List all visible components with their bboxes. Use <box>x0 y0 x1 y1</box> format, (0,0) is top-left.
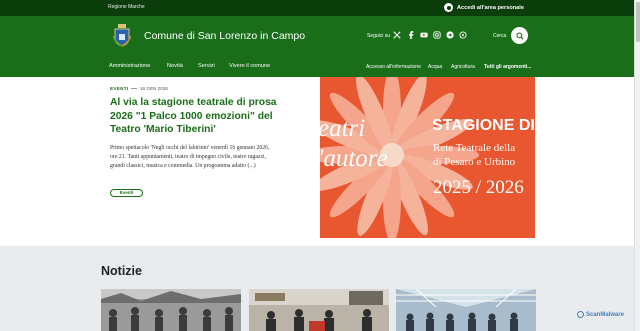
search-button[interactable] <box>511 27 528 44</box>
login-label: Accedi all'area personale <box>457 4 524 11</box>
nav-servizi[interactable]: Servizi <box>198 63 215 69</box>
news-card-3[interactable] <box>396 289 536 331</box>
poster-subtitle-1: Rete Teatrale della <box>433 142 516 154</box>
user-icon <box>444 3 453 12</box>
hero-image[interactable]: eatri 'autore STAGIONE DI Rete Teatrale … <box>320 77 535 238</box>
site-title[interactable]: Comune di San Lorenzo in Campo <box>144 30 305 42</box>
top-bar: Regione Marche Accedi all'area personale <box>0 0 634 16</box>
hero-excerpt: Primo spettacolo 'Negli occhi del labiri… <box>110 145 270 169</box>
region-link[interactable]: Regione Marche <box>108 4 145 10</box>
scrollbar-thumb[interactable] <box>636 2 640 42</box>
search-label: Cerca <box>493 33 507 39</box>
news-card-1[interactable] <box>101 289 241 331</box>
poster-subtitle-2: di Pesaro e Urbino <box>433 156 516 168</box>
nav-agricoltura[interactable]: Agricoltura <box>451 64 475 70</box>
hero-category[interactable]: EVENTI <box>110 86 128 91</box>
nav-tutti-argomenti[interactable]: Tutti gli argomenti... <box>484 64 531 70</box>
instagram-icon[interactable] <box>432 30 441 39</box>
site-header: Comune di San Lorenzo in Campo Seguici s… <box>0 16 634 59</box>
nav-acqua[interactable]: Acqua <box>428 64 442 70</box>
watermark-label: ScanMalware <box>586 311 625 318</box>
divider <box>131 88 137 89</box>
login-button[interactable]: Accedi all'area personale <box>444 3 524 12</box>
poster-word-autore: 'autore <box>320 145 388 172</box>
watermark: ScanMalware <box>577 311 624 318</box>
facebook-icon[interactable] <box>406 30 415 39</box>
youtube-icon[interactable] <box>419 30 428 39</box>
poster-word-teatri: eatri <box>320 115 366 142</box>
news-photo-3 <box>396 289 536 331</box>
nav-vivere-il-comune[interactable]: Vivere il comune <box>229 63 270 69</box>
nav-novita[interactable]: Novità <box>167 63 183 69</box>
news-section: Notizie <box>0 246 634 331</box>
coat-of-arms-logo[interactable] <box>113 24 131 47</box>
poster-season: 2025 / 2026 <box>433 177 524 198</box>
hero-tag-eventi[interactable]: Eventi <box>110 189 143 197</box>
whatsapp-icon[interactable] <box>458 30 467 39</box>
hero-date: 16 GEN 2026 <box>140 86 168 91</box>
follow-label: Seguici su <box>367 33 391 39</box>
news-heading: Notizie <box>101 264 142 278</box>
poster-title: STAGIONE DI <box>432 117 535 134</box>
news-photo-1 <box>101 289 241 331</box>
page-scrollbar[interactable] <box>634 0 640 331</box>
x-icon[interactable] <box>392 30 401 39</box>
shield-icon <box>577 311 584 318</box>
news-photo-2 <box>249 289 389 331</box>
search-icon <box>515 31 524 40</box>
hero-title[interactable]: Al via la stagione teatrale di prosa 202… <box>110 96 280 137</box>
news-card-2[interactable] <box>249 289 389 331</box>
main-navigation: Amministrazione Novità Servizi Vivere il… <box>0 59 634 77</box>
telegram-icon[interactable] <box>445 30 454 39</box>
nav-accesso-informazione[interactable]: Accesso all'informazione <box>366 64 421 70</box>
nav-amministrazione[interactable]: Amministrazione <box>109 63 150 69</box>
